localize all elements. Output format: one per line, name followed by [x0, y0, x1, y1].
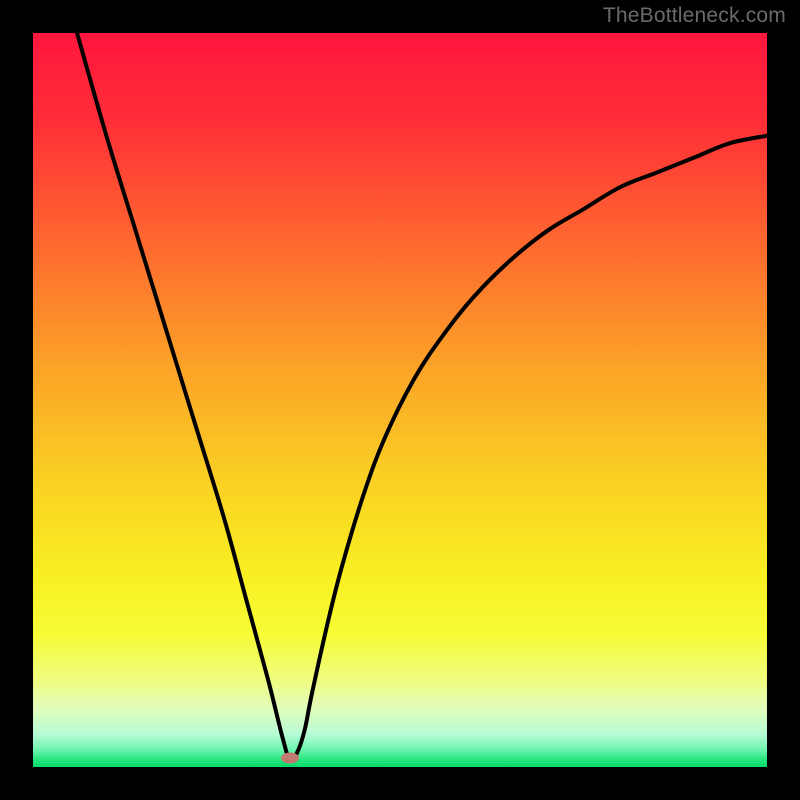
chart-stage: TheBottleneck.com — [0, 0, 800, 800]
curve-path — [77, 33, 767, 760]
optimal-point-marker — [281, 753, 299, 764]
watermark-text: TheBottleneck.com — [603, 4, 786, 28]
plot-area — [33, 33, 767, 767]
bottleneck-curve — [33, 33, 767, 767]
